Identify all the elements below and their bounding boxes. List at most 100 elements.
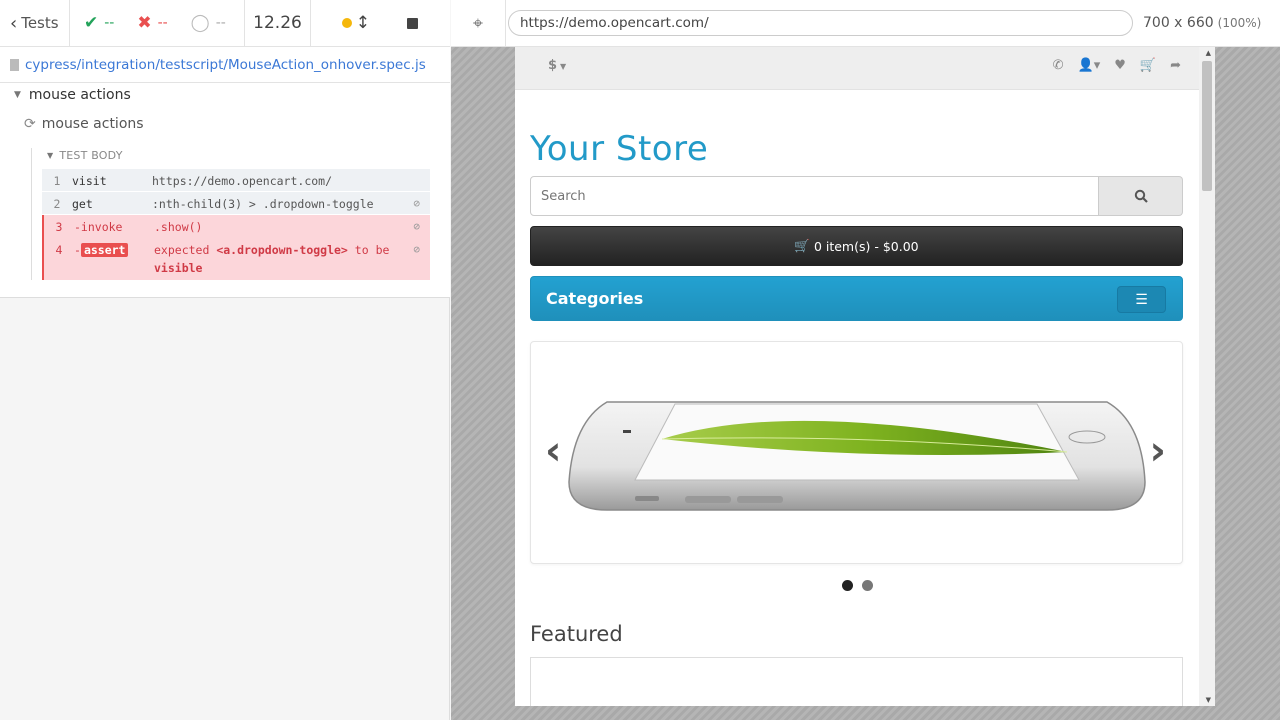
assert-msg-expected: visible xyxy=(154,261,203,275)
x-icon: ✖ xyxy=(137,13,152,33)
caret-down-icon: ▼ xyxy=(47,151,54,160)
hamburger-icon: ☰ xyxy=(1135,291,1148,308)
crosshair-icon: ⌖ xyxy=(472,12,484,34)
file-icon xyxy=(10,58,19,71)
currency-symbol: $ xyxy=(548,58,558,73)
url-text: https://demo.opencart.com/ xyxy=(520,15,709,31)
commands-container: ▼ TEST BODY 1 visit https://demo.opencar… xyxy=(31,148,430,280)
refresh-icon: ⟳ xyxy=(24,116,36,132)
user-icon[interactable]: 👤▾ xyxy=(1078,58,1101,73)
command-number: 2 xyxy=(53,197,61,211)
phone-image xyxy=(568,401,1146,511)
pager-dot[interactable] xyxy=(861,580,873,591)
command-row[interactable]: 2 get :nth-child(3) > .dropdown-toggle ⊘ xyxy=(42,192,430,215)
search-button[interactable] xyxy=(1099,176,1183,216)
command-message: .show() xyxy=(154,220,203,234)
command-number: 1 xyxy=(53,174,61,188)
cart-label: 0 item(s) - $0.00 xyxy=(813,238,919,254)
command-message: https://demo.opencart.com/ xyxy=(152,174,333,188)
menu-toggle-button[interactable]: ☰ xyxy=(1117,286,1166,313)
chevron-left-icon: ‹ xyxy=(10,12,18,34)
spec-file-bar: cypress/integration/testscript/MouseActi… xyxy=(0,47,450,83)
assert-badge: assert xyxy=(80,243,129,257)
passed-count: -- xyxy=(104,15,115,31)
heart-icon[interactable]: ♥ xyxy=(1114,58,1126,73)
command-name: -invoke xyxy=(74,220,123,234)
categories-navbar: Categories ☰ xyxy=(530,276,1183,321)
store-logo[interactable]: Your Store xyxy=(530,129,708,169)
assert-msg-pre: expected xyxy=(154,243,217,257)
viewport-scale: (100%) xyxy=(1217,16,1262,30)
cart-icon[interactable]: 🛒 xyxy=(1140,58,1156,73)
cart-button[interactable]: 🛒 0 item(s) - $0.00 xyxy=(530,226,1183,266)
assert-msg-mid: to be xyxy=(347,243,390,257)
test-body-header[interactable]: ▼ TEST BODY xyxy=(47,149,123,162)
reporter-header: ‹ Tests ✔ -- ✖ -- ◯ -- 12.26 ↕ xyxy=(0,0,450,47)
app-iframe: $▼ ✆ 👤▾ ♥ 🛒 ➦ Your Store 🛒 0 item(s) - $… xyxy=(515,47,1215,706)
slideshow-pager xyxy=(515,580,1199,591)
auto-scroll-toggle[interactable]: ↕ xyxy=(341,13,370,33)
tests-button[interactable]: ‹ Tests xyxy=(0,0,70,47)
chevron-left-icon[interactable]: ‹ xyxy=(545,428,561,474)
scroll-down-icon[interactable]: ▼ xyxy=(1206,696,1211,704)
command-message: :nth-child(3) > .dropdown-toggle xyxy=(152,197,374,211)
url-bar[interactable]: https://demo.opencart.com/ xyxy=(508,10,1133,36)
eye-slash-icon: ⊘ xyxy=(413,220,420,233)
command-name-prefix: - xyxy=(74,243,81,257)
arrows-vertical-icon: ↕ xyxy=(355,13,370,33)
command-row[interactable]: 1 visit https://demo.opencart.com/ xyxy=(42,169,430,192)
scroll-thumb[interactable] xyxy=(1202,61,1212,191)
command-number: 3 xyxy=(55,220,63,234)
reporter-panel: ‹ Tests ✔ -- ✖ -- ◯ -- 12.26 ↕ cypress/i… xyxy=(0,0,450,720)
eye-slash-icon: ⊘ xyxy=(413,197,420,210)
categories-label: Categories xyxy=(546,289,644,308)
circle-notch-icon: ◯ xyxy=(190,13,210,33)
search-icon xyxy=(1134,189,1148,203)
command-list: 1 visit https://demo.opencart.com/ 2 get… xyxy=(42,169,430,280)
spec-path-link[interactable]: cypress/integration/testscript/MouseActi… xyxy=(25,57,426,73)
stats-group: ✔ -- ✖ -- ◯ -- xyxy=(70,0,245,47)
slideshow: ‹ › xyxy=(530,341,1183,564)
top-links: ✆ 👤▾ ♥ 🛒 ➦ xyxy=(1053,58,1181,73)
caret-down-icon: ▼ xyxy=(14,90,21,100)
viewport-size: 700 x 660 xyxy=(1143,15,1214,31)
eye-slash-icon: ⊘ xyxy=(413,243,420,256)
assert-msg-subject: <a.dropdown-toggle> xyxy=(216,243,348,257)
check-icon: ✔ xyxy=(84,13,99,33)
command-number: 4 xyxy=(55,243,63,257)
failed-count: -- xyxy=(157,15,168,31)
selector-playground-button[interactable]: ⌖ xyxy=(451,0,506,47)
pager-dot[interactable] xyxy=(841,580,853,591)
pending-stat[interactable]: ◯ -- xyxy=(191,13,244,33)
viewport-info: 700 x 660 (100%) xyxy=(1143,15,1261,31)
test-row[interactable]: ⟳ mouse actions xyxy=(24,116,144,132)
currency-dropdown[interactable]: $ ▼ xyxy=(548,58,566,73)
share-icon[interactable]: ➦ xyxy=(1170,58,1181,73)
aut-header: ⌖ https://demo.opencart.com/ 700 x 660 (1… xyxy=(451,0,1280,47)
command-row[interactable]: 4 - assert expected <a.dropdown-toggle> t… xyxy=(42,238,430,280)
test-body-label: TEST BODY xyxy=(59,149,123,162)
tests-label: Tests xyxy=(21,14,59,32)
failed-stat[interactable]: ✖ -- xyxy=(137,13,190,33)
search-group xyxy=(530,176,1183,216)
chevron-right-icon[interactable]: › xyxy=(1150,428,1166,474)
command-name: - assert xyxy=(74,243,154,257)
featured-heading: Featured xyxy=(530,622,623,646)
search-input[interactable] xyxy=(530,176,1099,216)
runnables-list: ▼ mouse actions ⟳ mouse actions ▼ TEST B… xyxy=(0,83,450,298)
suite-title: mouse actions xyxy=(28,87,131,103)
caret-down-icon: ▼ xyxy=(560,62,567,71)
test-title: mouse actions xyxy=(41,116,144,132)
run-controls: ↕ xyxy=(311,0,449,47)
command-name: get xyxy=(72,197,93,211)
phone-icon[interactable]: ✆ xyxy=(1053,58,1064,73)
passed-stat[interactable]: ✔ -- xyxy=(84,13,137,33)
featured-products xyxy=(530,657,1183,706)
scrollbar[interactable]: ▲ ▼ xyxy=(1199,47,1215,706)
shopping-cart-icon: 🛒 xyxy=(794,238,810,253)
suite-row[interactable]: ▼ mouse actions xyxy=(14,87,131,103)
stop-icon[interactable] xyxy=(407,17,419,29)
scroll-up-icon[interactable]: ▲ xyxy=(1206,49,1211,57)
command-row[interactable]: 3 -invoke .show() ⊘ xyxy=(42,215,430,238)
command-message: expected <a.dropdown-toggle> to be visib… xyxy=(154,241,430,277)
